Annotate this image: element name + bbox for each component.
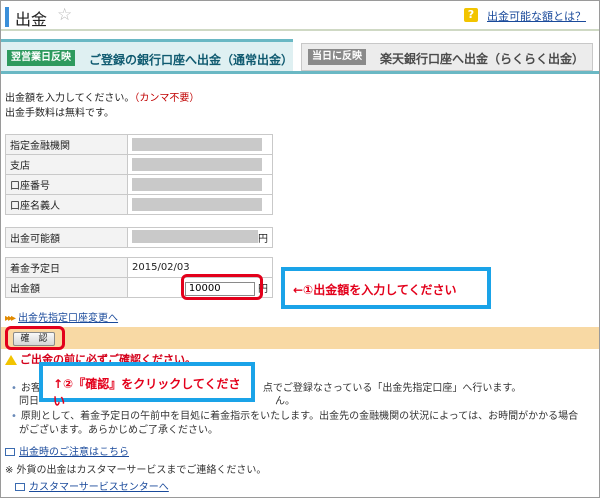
table-row: 出金可能額 円 xyxy=(5,227,273,248)
help-icon: ? xyxy=(464,8,478,22)
branch-label: 支店 xyxy=(5,154,128,175)
holder-label: 口座名義人 xyxy=(5,194,128,215)
available-label: 出金可能額 xyxy=(5,227,128,248)
caution-link[interactable]: 出金時のご注意はこちら xyxy=(19,447,129,458)
help-link[interactable]: 出金可能な額とは？ xyxy=(487,8,586,24)
account-table: 指定金融機関 支店 口座番号 口座名義人 xyxy=(5,134,273,215)
step1-callout: ←①出金額を入力してください xyxy=(281,267,491,309)
title-accent-bar xyxy=(5,7,9,27)
tab-badge-same-day: 当日に反映 xyxy=(308,49,366,65)
arrows-icon: ▸▸▸ xyxy=(5,313,16,324)
document-icon xyxy=(5,448,15,456)
tab-easy-withdrawal[interactable]: 当日に反映 楽天銀行口座へ出金（らくらく出金） xyxy=(301,43,593,71)
tab-underline xyxy=(1,71,599,74)
change-account-link[interactable]: 出金先指定口座変更へ xyxy=(18,313,118,324)
star-icon[interactable]: ☆ xyxy=(57,5,72,25)
table-row: 口座番号 xyxy=(5,174,273,195)
masked-value xyxy=(132,198,262,211)
page-title: 出金 xyxy=(15,10,48,29)
withdrawal-page: 出金 ☆ ? 出金可能な額とは？ 翌営業日反映 ご登録の銀行口座へ出金（通常出金… xyxy=(0,0,600,498)
page-header: 出金 ☆ ? 出金可能な額とは？ xyxy=(1,1,599,31)
change-account-row: ▸▸▸ 出金先指定口座変更へ xyxy=(5,309,118,324)
table-row: 指定金融機関 xyxy=(5,134,273,155)
bullet-icon: • xyxy=(11,411,17,422)
arrival-date-label: 着金予定日 xyxy=(5,257,128,278)
available-table: 出金可能額 円 xyxy=(5,227,273,248)
bullet-icon: • xyxy=(11,383,17,394)
holder-value xyxy=(127,194,273,215)
note-1-sub-start: 同日 xyxy=(19,396,39,407)
table-row: 支店 xyxy=(5,154,273,175)
table-row: 口座名義人 xyxy=(5,194,273,215)
intro-text: 出金額を入力してください。 xyxy=(5,93,135,104)
document-icon xyxy=(15,483,25,491)
tab-normal-withdrawal[interactable]: 翌営業日反映 ご登録の銀行口座へ出金（通常出金） xyxy=(1,39,293,71)
available-unit: 円 xyxy=(258,234,268,245)
masked-value xyxy=(132,158,262,171)
bank-label: 指定金融機関 xyxy=(5,134,128,155)
intro-no-comma: （カンマ不要） xyxy=(134,93,200,104)
available-value: 円 xyxy=(127,227,273,248)
customer-service-link-row[interactable]: カスタマーサービスセンターへ xyxy=(15,478,169,493)
customer-service-link[interactable]: カスタマーサービスセンターへ xyxy=(29,482,169,493)
confirm-band xyxy=(1,327,599,349)
tab-label-easy: 楽天銀行口座へ出金（らくらく出金） xyxy=(380,52,585,66)
caution-link-row[interactable]: 出金時のご注意はこちら xyxy=(5,443,129,458)
note-2: • 原則として、着金予定日の午前中を目処に着金指示をいたします。出金先の金融機関の… xyxy=(11,407,578,422)
step2-callout: ↑②『確認』をクリックしてください xyxy=(39,362,255,408)
amount-label: 出金額 xyxy=(5,277,128,298)
confirm-highlight-box xyxy=(5,326,65,350)
masked-value xyxy=(132,178,262,191)
note-1-end: 点でご登録なさっている「出金先指定口座」へ行います。 xyxy=(262,383,522,394)
account-number-value xyxy=(127,174,273,195)
masked-value xyxy=(132,138,262,151)
foreign-currency-note: ※ 外貨の出金はカスタマーサービスまでご連絡ください。 xyxy=(5,465,267,476)
bank-value xyxy=(127,134,273,155)
tab-label-normal: ご登録の銀行口座へ出金（通常出金） xyxy=(89,53,294,67)
masked-value xyxy=(132,230,258,243)
branch-value xyxy=(127,154,273,175)
note-2-cont: がございます。あらかじめご了承ください。 xyxy=(19,425,218,436)
tab-badge-next-day: 翌営業日反映 xyxy=(7,50,75,66)
note-1-sub-end: ん。 xyxy=(275,396,295,407)
intro-instruction: 出金額を入力してください。（カンマ不要） xyxy=(5,89,199,104)
amount-highlight-box xyxy=(181,274,263,300)
warning-icon xyxy=(5,355,17,365)
fee-note: 出金手数料は無料です。 xyxy=(5,108,114,119)
account-number-label: 口座番号 xyxy=(5,174,128,195)
